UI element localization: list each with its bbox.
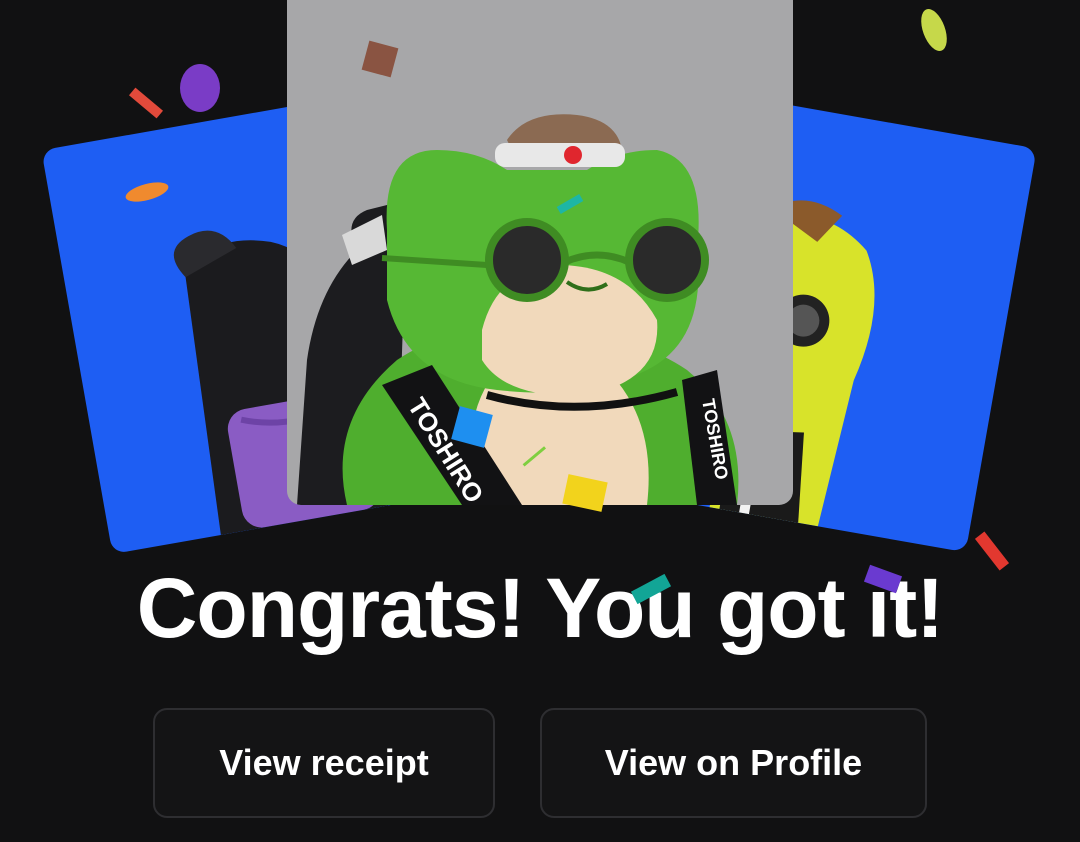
confetti-decoration <box>125 8 1010 605</box>
